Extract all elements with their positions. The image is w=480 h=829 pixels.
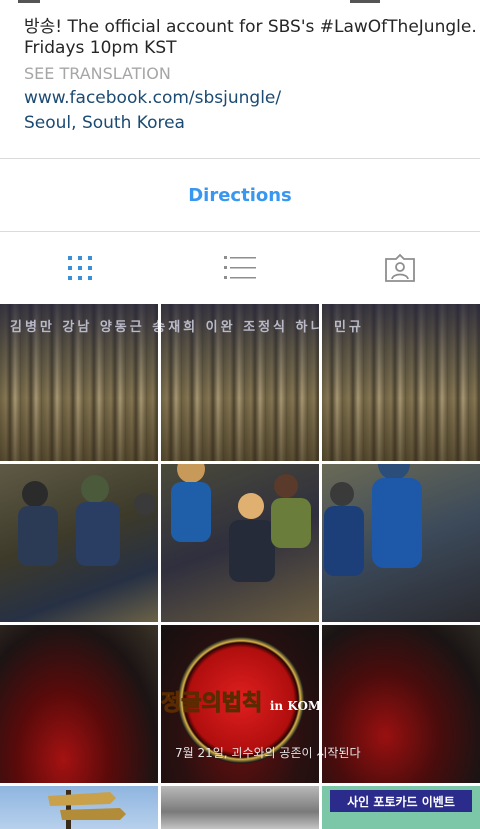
see-translation-link[interactable]: SEE TRANSLATION [24,64,171,83]
tab-list-view[interactable] [160,232,320,304]
post-thumbnail[interactable] [0,625,158,783]
poster-cast-names-fragment: 김병만 강남 양동근 송재희 이완 조정식 하니 민규 [161,320,319,335]
posts-grid: 김병만 강남 양동근 송재희 이완 조정식 하니 민규 김병만 강남 양동근 송… [0,304,480,829]
tab-grid-view[interactable] [0,232,160,304]
cast-photo-graphic [171,464,311,582]
bio-text-line1: 방송! The official account for SBS's #LawO… [24,17,477,37]
event-banner: 사인 포토카드 이벤트 [330,790,472,812]
post-thumbnail[interactable]: 7월 21일, 괴수와의 공존이 시작된다 [322,625,480,783]
post-thumbnail[interactable]: 사인 포토카드 이벤트 [322,786,480,829]
tagged-person-icon [385,253,415,282]
post-thumbnail[interactable]: 김병만 강남 양동근 송재희 이완 조정식 하니 민규 [322,304,480,461]
bio-text-line2: Fridays 10pm KST [24,38,177,58]
list-icon [224,256,256,279]
post-thumbnail[interactable] [161,464,319,622]
post-thumbnail[interactable] [322,464,480,622]
post-thumbnail[interactable]: 정글의법칙 in KOMODO 7월 21일, 괴수와의 공존이 시작된다 [161,625,319,783]
post-thumbnail[interactable] [0,786,158,829]
poster-caption-fragment: 7월 21일, 괴수와의 공존이 시작된다 [322,746,361,760]
post-thumbnail[interactable]: 김병만 강남 양동근 송재희 이완 조정식 하니 민규 [161,304,319,461]
website-link[interactable]: www.facebook.com/sbsjungle/ [24,88,281,108]
cast-photo-graphic [324,464,422,576]
poster-logo-subtitle: in KOMODO [269,699,319,713]
location-link[interactable]: Seoul, South Korea [24,113,185,133]
cast-photo-graphic [18,475,156,566]
post-thumbnail[interactable]: 김병만 강남 양동근 송재희 이완 조정식 하니 민규 [0,304,158,461]
post-thumbnail[interactable] [0,464,158,622]
poster-logo-title: 정글의법칙 in KOMODO [161,685,319,717]
tab-tagged-view[interactable] [320,232,480,304]
profile-view-tabs [0,232,480,304]
profile-bio: 방송! The official account for SBS's #LawO… [0,0,480,158]
post-thumbnail[interactable] [161,786,319,829]
poster-cast-names: 김병만 강남 양동근 송재희 이완 조정식 하니 민규 [10,320,158,335]
directions-button[interactable]: Directions [0,159,480,231]
grid-icon [68,256,92,280]
poster-caption: 7월 21일, 괴수와의 공존이 시작된다 [175,746,319,760]
signpost-graphic [48,790,126,829]
